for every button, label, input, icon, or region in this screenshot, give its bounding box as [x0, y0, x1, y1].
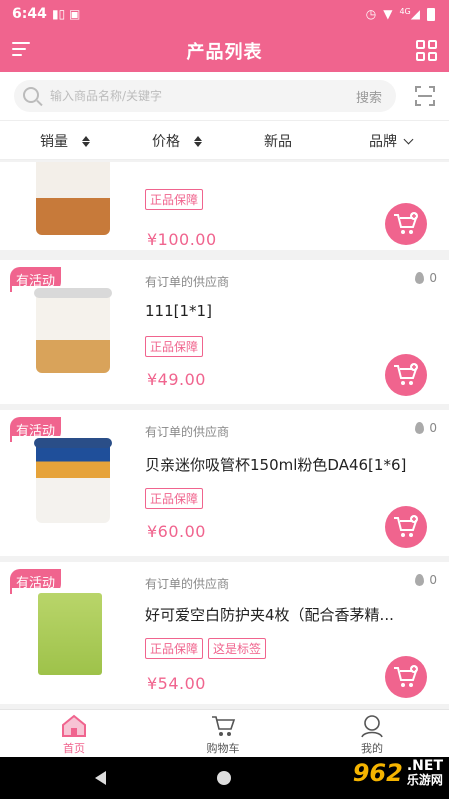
milk-can-image — [34, 288, 112, 373]
flame-icon — [415, 422, 425, 434]
milk-can-image — [36, 162, 110, 235]
product-price: ¥100.00 — [147, 230, 217, 249]
product-tags: 正品保障 — [145, 189, 204, 210]
status-time: 6:44 — [12, 6, 47, 22]
page-title: 产品列表 — [186, 42, 263, 63]
product-card[interactable]: 有活动 有订单的供应商 0 111[1*1] 正品保障 ¥49.00 — [0, 260, 449, 404]
nav-mine[interactable]: 我的 — [332, 714, 412, 756]
product-name: 贝亲迷你吸管杯150ml粉色DA46[1*6] — [145, 456, 407, 474]
add-to-cart-button[interactable] — [385, 506, 427, 548]
product-list: 正品保障 ¥100.00 有活动 有订单的供应商 0 111[1*1] 正品保障… — [0, 162, 449, 709]
scan-icon[interactable] — [415, 86, 435, 106]
product-name: 好可爱空白防护夹4枚（配合香茅精... — [145, 606, 394, 624]
search-icon — [23, 87, 39, 103]
product-tag: 正品保障 — [145, 488, 204, 509]
flame-icon — [415, 272, 425, 284]
home-icon — [61, 714, 87, 738]
sort-sales-label: 销量 — [40, 134, 68, 150]
nav-mine-label: 我的 — [361, 742, 383, 755]
nav-cart-label: 购物车 — [206, 742, 240, 755]
product-price: ¥49.00 — [147, 370, 206, 389]
nav-cart[interactable]: 购物车 — [183, 714, 263, 756]
watermark: 962 .NET 乐游网 — [352, 758, 443, 788]
sort-sales[interactable]: 销量 — [40, 131, 90, 151]
watermark-logo: 962 — [352, 759, 403, 788]
product-tag: 正品保障 — [145, 189, 204, 210]
add-to-cart-button[interactable] — [385, 656, 427, 698]
product-card[interactable]: 有活动 有订单的供应商 0 贝亲迷你吸管杯150ml粉色DA46[1*6] 正品… — [0, 410, 449, 556]
nav-home-label: 首页 — [63, 742, 85, 755]
hot-count: 0 — [415, 573, 437, 587]
hot-value: 0 — [429, 271, 437, 285]
sort-new-label: 新品 — [264, 134, 292, 150]
chevron-down-icon — [403, 134, 414, 144]
signal-icon: 4G◢ — [399, 7, 420, 21]
status-bar: 6:44 ▮▯ ▣ ◷ ▼ 4G◢ — [0, 0, 449, 30]
product-image — [12, 286, 122, 376]
supplier-name: 有订单的供应商 — [145, 275, 230, 289]
search-box: 搜索 — [14, 80, 396, 112]
product-price: ¥54.00 — [147, 674, 206, 693]
sort-bar: 销量 价格 新品 品牌 — [0, 120, 449, 160]
wifi-icon: ▼ — [383, 7, 393, 21]
product-image — [12, 588, 122, 678]
cart-plus-icon — [394, 363, 418, 385]
hot-count: 0 — [415, 421, 437, 435]
product-tag: 正品保障 — [145, 336, 204, 357]
search-input[interactable] — [50, 85, 330, 107]
grid-view-icon[interactable] — [416, 40, 437, 61]
sort-brand-label: 品牌 — [369, 134, 397, 150]
sort-arrows-icon — [194, 135, 202, 147]
notification-icons: ▮▯ ▣ — [52, 7, 81, 21]
sort-arrows-icon — [82, 135, 90, 147]
product-tag: 这是标签 — [208, 638, 267, 659]
milk-can-image — [34, 438, 112, 523]
search-area: 搜索 — [0, 72, 449, 120]
search-button[interactable]: 搜索 — [356, 87, 382, 106]
supplier-name: 有订单的供应商 — [145, 577, 230, 591]
user-icon — [359, 714, 385, 738]
product-tags: 正品保障 这是标签 — [145, 638, 267, 659]
battery-icon — [427, 7, 435, 21]
system-navigation: 962 .NET 乐游网 — [0, 757, 449, 799]
product-tags: 正品保障 — [145, 336, 204, 357]
watermark-sub: 乐游网 — [406, 773, 443, 788]
alarm-icon: ◷ — [365, 7, 377, 21]
sort-brand[interactable]: 品牌 — [369, 131, 414, 151]
cart-plus-icon — [394, 665, 418, 687]
product-name: 111[1*1] — [145, 302, 212, 320]
nav-home[interactable]: 首页 — [34, 714, 114, 756]
home-circle-icon[interactable] — [217, 771, 231, 785]
hot-value: 0 — [429, 421, 437, 435]
cart-plus-icon — [394, 515, 418, 537]
add-to-cart-button[interactable] — [385, 354, 427, 396]
cart-icon — [210, 714, 236, 738]
add-to-cart-button[interactable] — [385, 203, 427, 245]
sort-price[interactable]: 价格 — [152, 131, 202, 151]
product-card[interactable]: 正品保障 ¥100.00 — [0, 162, 449, 250]
product-image — [12, 436, 122, 526]
flame-icon — [415, 574, 425, 586]
hot-value: 0 — [429, 573, 437, 587]
network-type: 4G — [399, 7, 411, 16]
product-tags: 正品保障 — [145, 488, 204, 509]
product-image — [12, 162, 122, 238]
app-header: 产品列表 — [0, 30, 449, 72]
supplier-name: 有订单的供应商 — [145, 425, 230, 439]
hot-count: 0 — [415, 271, 437, 285]
product-card[interactable]: 有活动 有订单的供应商 0 好可爱空白防护夹4枚（配合香茅精... 正品保障 这… — [0, 562, 449, 704]
sort-price-label: 价格 — [152, 134, 180, 150]
bottom-nav: 首页 购物车 我的 — [0, 709, 449, 757]
product-tag: 正品保障 — [145, 638, 204, 659]
system-status-icons: ◷ ▼ 4G◢ — [366, 7, 435, 21]
product-price: ¥60.00 — [147, 522, 206, 541]
cart-plus-icon — [394, 212, 418, 234]
back-icon[interactable] — [95, 771, 106, 785]
sort-new[interactable]: 新品 — [264, 131, 292, 151]
package-image — [38, 593, 102, 675]
